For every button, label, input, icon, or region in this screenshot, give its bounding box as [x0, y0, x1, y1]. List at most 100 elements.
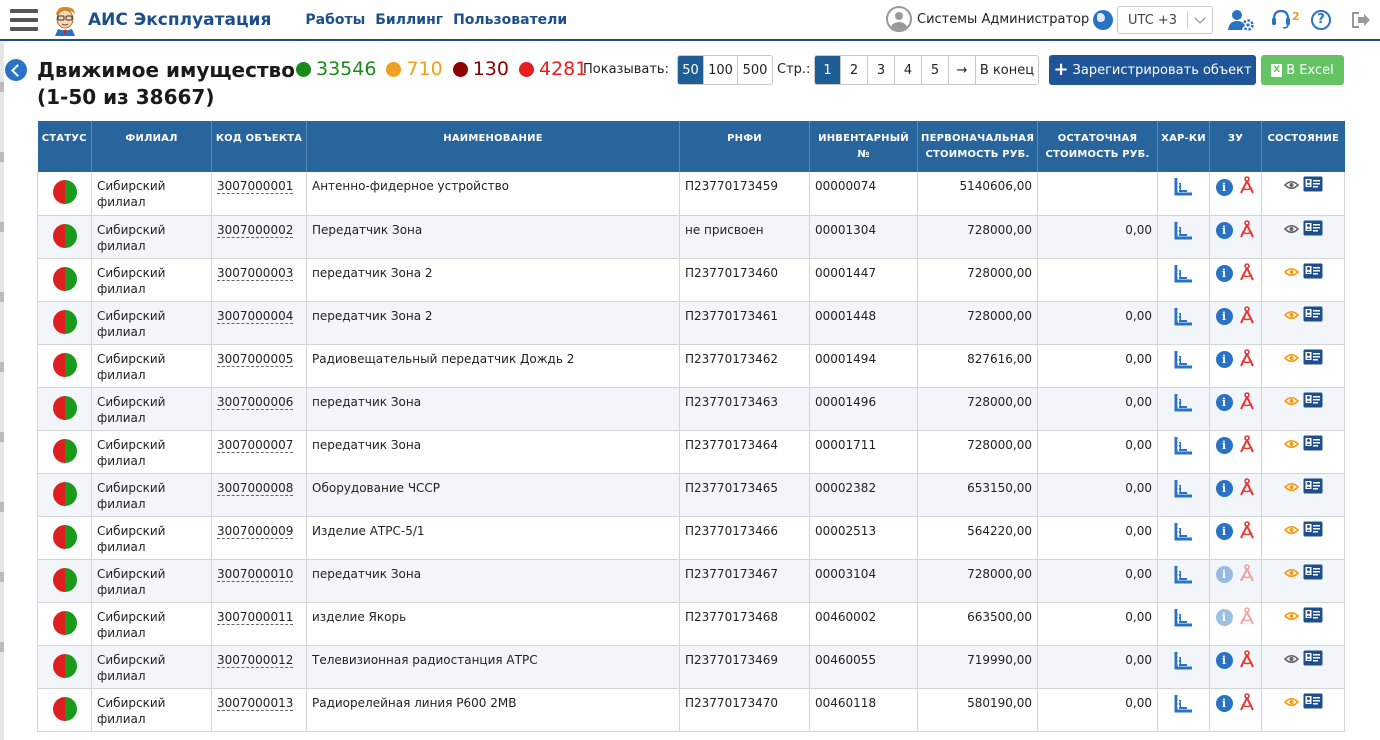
- help-icon[interactable]: ?: [1311, 10, 1331, 30]
- id-card-icon[interactable]: [1303, 349, 1323, 369]
- table-row[interactable]: Сибирский филиал 3007000008 Оборудование Ч…: [37, 473, 1345, 517]
- status-counter[interactable]: 4281: [518, 58, 587, 80]
- object-code-link[interactable]: 3007000004: [217, 308, 294, 324]
- object-code-link[interactable]: 3007000003: [217, 265, 294, 281]
- characteristics-icon[interactable]: [1174, 393, 1194, 415]
- column-header[interactable]: Первоначальная стоимость руб.: [917, 121, 1038, 172]
- info-icon[interactable]: i: [1215, 308, 1233, 325]
- characteristics-icon[interactable]: [1174, 479, 1194, 501]
- eye-icon[interactable]: [1283, 394, 1299, 410]
- object-code-link[interactable]: 3007000002: [217, 222, 294, 238]
- id-card-icon[interactable]: [1303, 478, 1323, 498]
- id-card-icon[interactable]: [1303, 306, 1323, 326]
- object-code-link[interactable]: 3007000011: [217, 609, 294, 625]
- characteristics-icon[interactable]: [1174, 178, 1194, 199]
- table-row[interactable]: Сибирский филиал 3007000013 Радиорелейная …: [37, 688, 1345, 732]
- column-header[interactable]: Остаточная стоимость руб.: [1037, 121, 1158, 172]
- hamburger-menu-icon[interactable]: [10, 8, 38, 31]
- column-header[interactable]: Инвентарный №: [809, 121, 918, 172]
- eye-icon[interactable]: [1283, 523, 1299, 539]
- info-icon[interactable]: i: [1215, 480, 1233, 497]
- compass-icon[interactable]: [1238, 219, 1256, 242]
- id-card-icon[interactable]: [1303, 435, 1323, 455]
- column-header[interactable]: ЗУ: [1209, 121, 1262, 172]
- page-button[interactable]: 1: [815, 56, 841, 84]
- status-icon[interactable]: [52, 567, 77, 592]
- compass-icon[interactable]: [1238, 692, 1256, 715]
- page-size-option[interactable]: 100: [704, 56, 738, 84]
- info-icon[interactable]: i: [1215, 222, 1233, 239]
- id-card-icon[interactable]: [1303, 176, 1323, 196]
- nav-users[interactable]: Пользователи: [453, 12, 567, 28]
- info-icon[interactable]: i: [1215, 652, 1233, 669]
- object-code-link[interactable]: 3007000001: [217, 179, 294, 194]
- status-icon[interactable]: [52, 524, 77, 549]
- compass-icon[interactable]: [1238, 348, 1256, 371]
- logout-icon[interactable]: [1351, 11, 1371, 29]
- object-code-link[interactable]: 3007000009: [217, 523, 294, 539]
- status-counter[interactable]: 710: [386, 58, 443, 80]
- object-code-link[interactable]: 3007000010: [217, 566, 294, 582]
- info-icon[interactable]: i: [1215, 351, 1233, 368]
- info-icon[interactable]: i: [1215, 566, 1233, 583]
- compass-icon[interactable]: [1238, 477, 1256, 500]
- page-button[interactable]: 5: [922, 56, 949, 84]
- id-card-icon[interactable]: [1303, 564, 1323, 584]
- object-code-link[interactable]: 3007000007: [217, 437, 294, 453]
- characteristics-icon[interactable]: [1174, 694, 1194, 716]
- table-row[interactable]: Сибирский филиал 3007000003 передатчик Зон…: [37, 258, 1345, 302]
- export-excel-button[interactable]: X В Excel: [1261, 55, 1344, 85]
- back-arrow-icon[interactable]: [5, 59, 27, 81]
- table-row[interactable]: Сибирский филиал 3007000006 передатчик Зон…: [37, 387, 1345, 431]
- page-button[interactable]: 3: [868, 56, 895, 84]
- table-row[interactable]: Сибирский филиал 3007000007 передатчик Зон…: [37, 430, 1345, 474]
- status-icon[interactable]: [52, 610, 77, 635]
- characteristics-icon[interactable]: [1174, 221, 1194, 243]
- table-row[interactable]: Сибирский филиал 3007000009 Изделие АТРС-5…: [37, 516, 1345, 560]
- status-icon[interactable]: [52, 309, 77, 334]
- object-code-link[interactable]: 3007000006: [217, 394, 294, 410]
- column-header[interactable]: РНФИ: [679, 121, 810, 172]
- status-icon[interactable]: [52, 653, 77, 678]
- nav-billing[interactable]: Биллинг: [375, 12, 443, 28]
- id-card-icon[interactable]: [1303, 650, 1323, 670]
- eye-icon[interactable]: [1283, 437, 1299, 453]
- eye-icon[interactable]: [1283, 480, 1299, 496]
- status-counter[interactable]: 33546: [296, 58, 376, 80]
- id-card-icon[interactable]: [1303, 607, 1323, 627]
- object-code-link[interactable]: 3007000013: [217, 695, 294, 711]
- characteristics-icon[interactable]: [1174, 436, 1194, 458]
- status-icon[interactable]: [52, 438, 77, 463]
- characteristics-icon[interactable]: [1174, 307, 1194, 329]
- page-size-option[interactable]: 50: [678, 56, 704, 84]
- compass-icon[interactable]: [1238, 262, 1256, 285]
- characteristics-icon[interactable]: [1174, 264, 1194, 286]
- compass-icon[interactable]: [1238, 649, 1256, 672]
- characteristics-icon[interactable]: [1174, 350, 1194, 372]
- user-menu[interactable]: Системы Администратор: [886, 6, 1089, 32]
- status-icon[interactable]: [52, 395, 77, 420]
- status-counter[interactable]: 130: [452, 58, 509, 80]
- nav-works[interactable]: Работы: [305, 12, 365, 28]
- timezone-select[interactable]: UTC +3: [1117, 6, 1213, 34]
- characteristics-icon[interactable]: [1174, 565, 1194, 587]
- object-code-link[interactable]: 3007000012: [217, 652, 294, 668]
- characteristics-icon[interactable]: [1174, 651, 1194, 673]
- eye-icon[interactable]: [1283, 609, 1299, 625]
- column-header[interactable]: Состояние: [1261, 121, 1345, 172]
- headset-icon[interactable]: [1271, 8, 1291, 30]
- characteristics-icon[interactable]: [1174, 522, 1194, 544]
- status-icon[interactable]: [52, 266, 77, 291]
- table-row[interactable]: Сибирский филиал 3007000011 изделие Якорь П…: [37, 602, 1345, 646]
- compass-icon[interactable]: [1238, 305, 1256, 328]
- page-size-option[interactable]: 500: [738, 56, 772, 84]
- compass-icon[interactable]: [1238, 520, 1256, 543]
- object-code-link[interactable]: 3007000008: [217, 480, 294, 496]
- table-row[interactable]: Сибирский филиал 3007000001 Антенно-фидерн…: [37, 172, 1345, 216]
- info-icon[interactable]: i: [1215, 178, 1233, 196]
- column-header[interactable]: Наименование: [306, 121, 680, 172]
- eye-icon[interactable]: [1283, 308, 1299, 324]
- id-card-icon[interactable]: [1303, 392, 1323, 412]
- status-icon[interactable]: [52, 180, 77, 204]
- status-icon[interactable]: [52, 352, 77, 377]
